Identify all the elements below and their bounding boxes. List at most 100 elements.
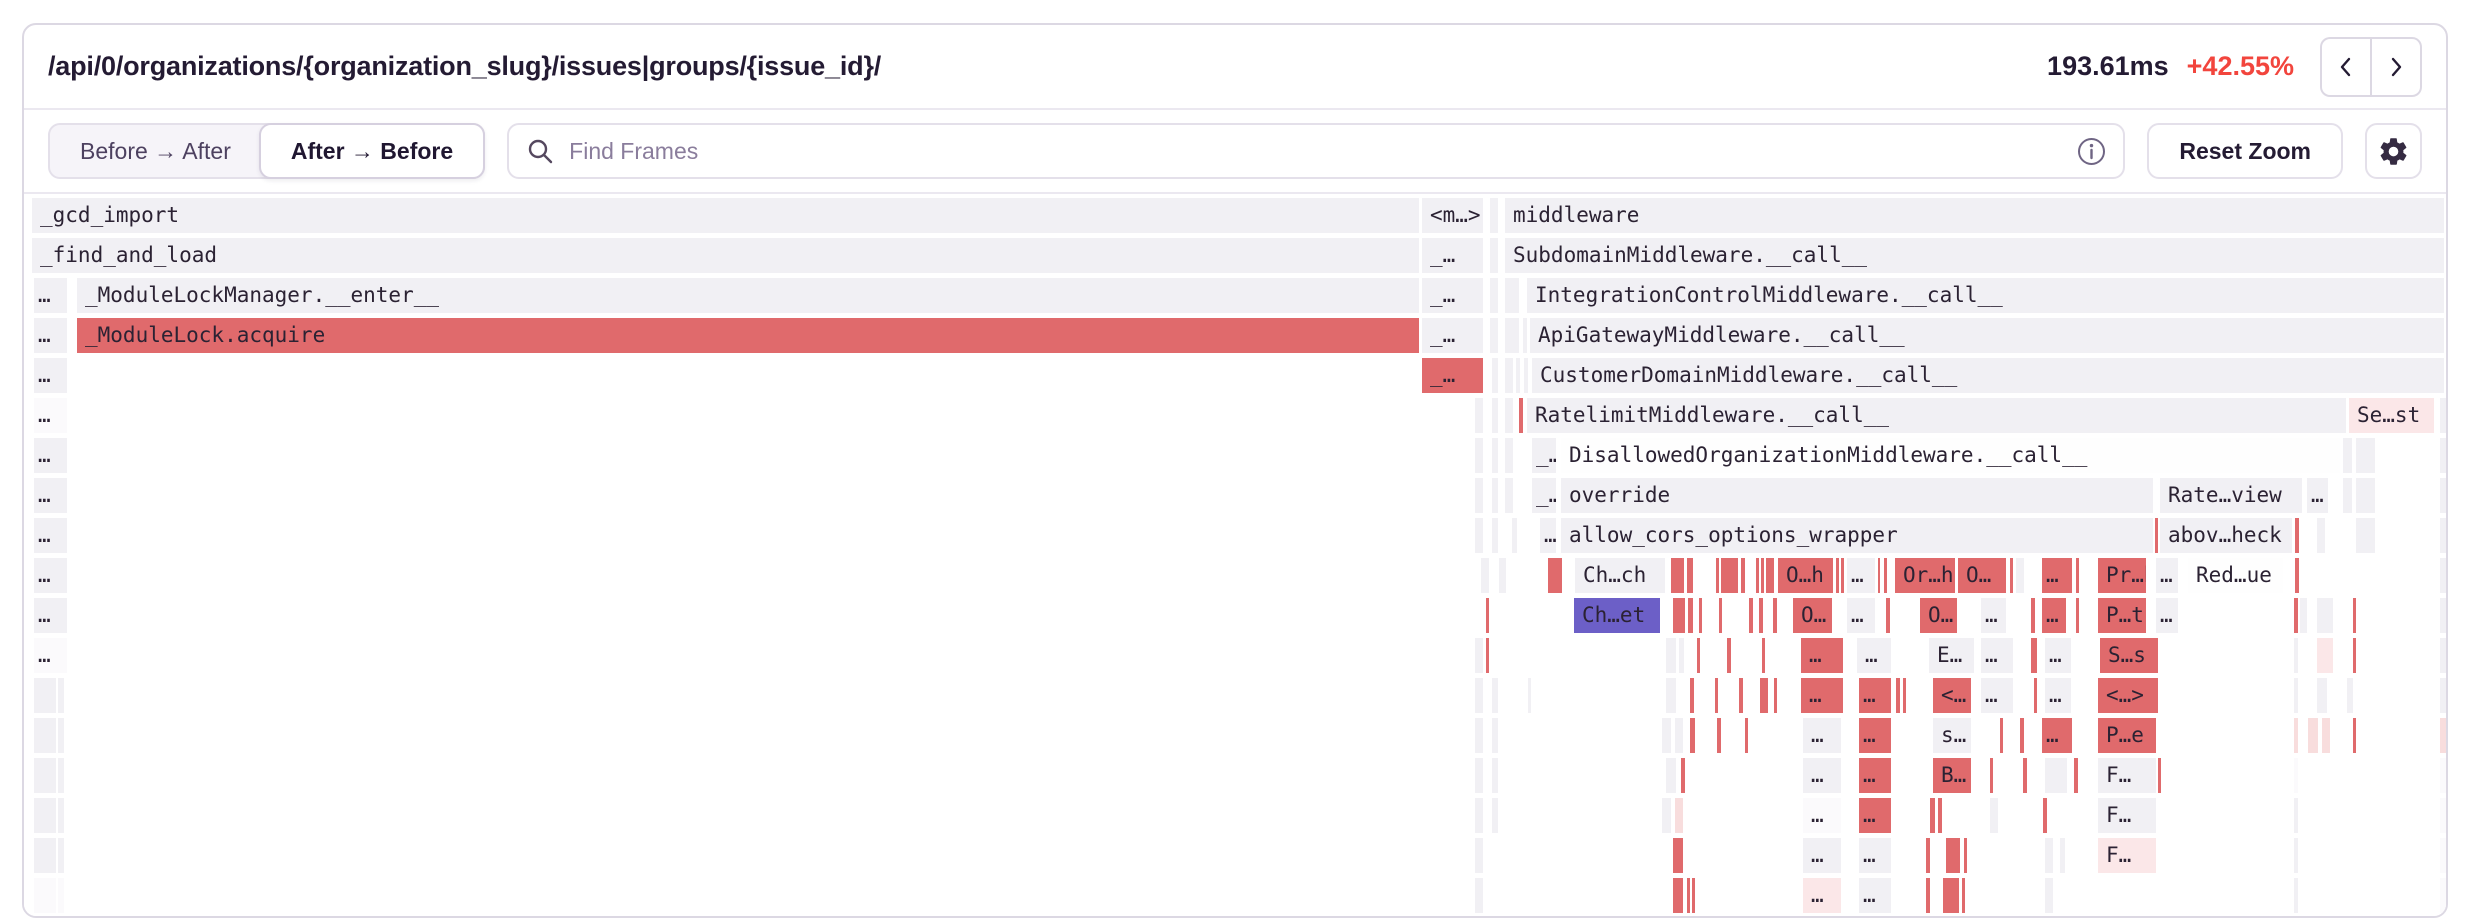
flame-frame[interactable]: _…	[1532, 438, 1556, 473]
flame-frame[interactable]	[1681, 758, 1685, 793]
flame-frame[interactable]: …	[1803, 718, 1841, 753]
flame-frame[interactable]	[2440, 758, 2446, 793]
flame-frame[interactable]	[1662, 718, 1671, 753]
flame-frame[interactable]	[2440, 398, 2446, 433]
flame-frame[interactable]	[2294, 718, 2298, 753]
flame-frame[interactable]	[1762, 638, 1765, 673]
flame-frame[interactable]	[2317, 678, 2327, 713]
flame-frame[interactable]: _ModuleLock.acquire	[77, 318, 1419, 353]
flame-frame[interactable]	[2440, 638, 2446, 673]
flame-frame[interactable]	[34, 878, 56, 913]
flame-frame[interactable]: _…	[1532, 478, 1556, 513]
flame-frame[interactable]: _ModuleLockManager.__enter__	[77, 278, 1419, 313]
flame-frame[interactable]	[1666, 638, 1676, 673]
flame-frame[interactable]: s…	[1933, 718, 1971, 753]
flame-frame[interactable]: Rate…view	[2160, 478, 2302, 513]
flame-frame[interactable]: <…>	[2098, 678, 2158, 713]
flame-frame[interactable]	[1548, 558, 1562, 593]
flame-frame[interactable]	[1475, 438, 1483, 473]
flame-frame[interactable]	[2440, 678, 2446, 713]
flame-frame[interactable]	[2356, 478, 2375, 513]
flame-frame[interactable]	[1675, 718, 1683, 753]
flame-frame[interactable]: _find_and_load	[32, 238, 1419, 273]
flame-frame[interactable]	[1475, 638, 1483, 673]
flame-frame[interactable]: DisallowedOrganizationMiddleware.__call_…	[1561, 438, 2340, 473]
flame-frame[interactable]	[1490, 278, 1498, 313]
flame-frame[interactable]	[1739, 678, 1743, 713]
flame-frame[interactable]	[1943, 878, 1959, 913]
flame-frame[interactable]	[2343, 438, 2352, 473]
flame-frame[interactable]	[2076, 598, 2079, 633]
flame-frame[interactable]: …	[34, 638, 67, 673]
flame-frame[interactable]: …	[34, 438, 67, 473]
flame-frame[interactable]: B…	[1933, 758, 1971, 793]
flame-frame[interactable]: Pr…h	[2098, 558, 2146, 593]
flame-frame[interactable]	[1896, 678, 1900, 713]
flame-frame[interactable]: P…t	[2098, 598, 2146, 633]
flame-frame[interactable]	[2294, 758, 2298, 793]
flame-frame[interactable]	[1673, 598, 1685, 633]
flame-frame[interactable]	[34, 838, 56, 873]
flame-frame[interactable]	[1756, 558, 1759, 593]
flame-frame[interactable]: Se…st	[2349, 398, 2434, 433]
flame-frame[interactable]	[1878, 558, 1880, 593]
info-icon[interactable]	[2076, 136, 2107, 167]
flame-frame[interactable]: RatelimitMiddleware.__call__	[1527, 398, 2346, 433]
flame-frame[interactable]	[2031, 598, 2035, 633]
flame-frame[interactable]	[1690, 718, 1695, 753]
flame-frame[interactable]	[2031, 638, 2037, 673]
flame-frame[interactable]: …	[1540, 518, 1556, 553]
flame-frame[interactable]: …	[2045, 678, 2071, 713]
flame-frame[interactable]	[1499, 558, 1506, 593]
flame-frame[interactable]	[2356, 518, 2375, 553]
flame-frame[interactable]	[2043, 798, 2047, 833]
flamegraph-canvas[interactable]: _gcd_import<m…>middleware_find_and_load_…	[24, 194, 2446, 916]
flame-frame[interactable]	[2060, 838, 2065, 873]
flame-frame[interactable]: …	[2042, 598, 2066, 633]
flame-frame[interactable]: _…	[1422, 358, 1483, 393]
flame-frame[interactable]	[1492, 758, 1498, 793]
flame-frame[interactable]	[1528, 678, 1531, 713]
flame-frame[interactable]	[1930, 798, 1935, 833]
flame-frame[interactable]: …	[1801, 638, 1843, 673]
flame-frame[interactable]	[1475, 758, 1483, 793]
flame-frame[interactable]: SubdomainMiddleware.__call__	[1505, 238, 2444, 273]
flame-frame[interactable]: …	[1859, 878, 1891, 913]
flame-frame[interactable]	[1903, 678, 1906, 713]
flame-frame[interactable]	[1721, 558, 1738, 593]
flame-frame[interactable]	[1523, 318, 1527, 353]
flame-frame[interactable]	[1666, 678, 1676, 713]
flame-frame[interactable]: …	[2156, 558, 2178, 593]
flame-frame[interactable]	[1688, 598, 1693, 633]
flame-frame[interactable]: _…	[1422, 278, 1483, 313]
flame-frame[interactable]	[2440, 518, 2446, 553]
flame-frame[interactable]	[2343, 478, 2352, 513]
flame-frame[interactable]: …	[1859, 798, 1891, 833]
flame-frame[interactable]: …	[1803, 878, 1841, 913]
flame-frame[interactable]	[2076, 558, 2079, 593]
flame-frame[interactable]	[1475, 398, 1483, 433]
flame-frame[interactable]	[2440, 438, 2446, 473]
flame-frame[interactable]: …	[1847, 598, 1875, 633]
flame-frame[interactable]	[1505, 438, 1513, 473]
flame-frame[interactable]	[2158, 758, 2161, 793]
flame-frame[interactable]: …	[1857, 638, 1891, 673]
flame-frame[interactable]: …	[1859, 758, 1891, 793]
flame-frame[interactable]	[1773, 598, 1777, 633]
flame-frame[interactable]	[2016, 558, 2024, 593]
flame-frame[interactable]: O…	[1920, 598, 1957, 633]
flame-frame[interactable]	[2020, 718, 2024, 753]
flame-frame[interactable]: F…	[2098, 798, 2156, 833]
flame-frame[interactable]: Ch…et	[1574, 598, 1660, 633]
flame-frame[interactable]: _gcd_import	[32, 198, 1419, 233]
flame-frame[interactable]	[2308, 718, 2318, 753]
flame-frame[interactable]: …	[1803, 798, 1841, 833]
flame-frame[interactable]	[1741, 558, 1745, 593]
flame-frame[interactable]	[1675, 798, 1683, 833]
flame-frame[interactable]	[1475, 678, 1483, 713]
flame-frame[interactable]	[2010, 558, 2013, 593]
flame-frame[interactable]	[1505, 278, 1519, 313]
flame-frame[interactable]: …	[1859, 678, 1891, 713]
flame-frame[interactable]	[58, 838, 64, 873]
flame-frame[interactable]	[1886, 598, 1890, 633]
